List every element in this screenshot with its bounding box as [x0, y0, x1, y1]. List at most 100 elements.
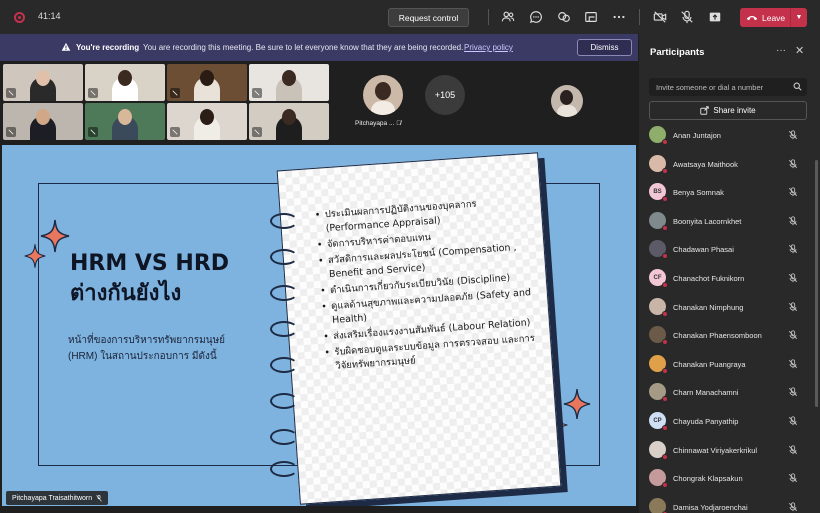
mic-off-icon — [252, 88, 262, 98]
hrm-duties-list: ประเมินผลการปฏิบัติงานของบุคลากร (Perfor… — [314, 194, 545, 377]
invite-input[interactable]: Invite someone or dial a number — [649, 78, 807, 96]
participant-row[interactable]: CF Chanachot Fuknikorn — [639, 264, 820, 292]
spiral-ring — [270, 461, 298, 477]
mic-off-icon[interactable] — [788, 387, 798, 397]
share-invite-button[interactable]: Share invite — [649, 101, 807, 120]
mic-off-icon — [6, 88, 16, 98]
mic-off-icon[interactable] — [788, 444, 798, 455]
reactions-icon[interactable] — [556, 9, 572, 25]
slide-subtitle-line: หน้าที่ของการบริหารทรัพยากรมนุษย์ — [68, 335, 226, 346]
mic-off-icon[interactable] — [788, 359, 798, 369]
rooms-icon[interactable] — [583, 9, 599, 25]
avatar — [649, 497, 668, 513]
mic-off-icon[interactable] — [788, 187, 798, 197]
participant-row[interactable]: Chanakan Phaensomboon — [639, 321, 820, 349]
mic-off-icon — [6, 127, 16, 137]
dismiss-button[interactable]: Dismiss — [577, 39, 632, 56]
status-badge — [662, 425, 668, 431]
avatar — [649, 383, 668, 403]
mic-off-icon[interactable] — [788, 301, 798, 312]
toolbar-divider — [639, 9, 640, 25]
record-icon — [14, 12, 25, 23]
participant-row[interactable]: Chanakan Nimphung — [639, 293, 820, 321]
slide-title: HRM VS HRD ต่างกันยังไง — [70, 249, 229, 309]
mic-off-icon — [96, 494, 102, 502]
mic-off-icon — [252, 127, 262, 137]
participant-name: Charn Manachamni — [673, 388, 739, 398]
presenter-name: Pitchayapa Traisathitworn — [12, 494, 93, 502]
status-badge — [662, 253, 668, 260]
video-tile[interactable] — [249, 64, 329, 101]
mic-off-icon[interactable] — [788, 158, 798, 169]
people-icon[interactable] — [500, 9, 516, 25]
mic-off-icon[interactable] — [788, 216, 798, 226]
participant-row[interactable]: Anan Juntajon — [639, 121, 820, 149]
featured-participant[interactable] — [363, 75, 403, 115]
participant-row[interactable]: Boonyita Lacornkhet — [639, 207, 820, 235]
featured-participant-name: Pitchayapa ... 🎙̸ — [355, 120, 402, 127]
participants-panel: Participants ··· ✕ Invite someone or dia… — [639, 34, 820, 513]
avatar: CP — [649, 412, 668, 431]
mic-off-icon[interactable] — [788, 330, 798, 340]
mic-off-icon[interactable] — [788, 273, 798, 283]
mic-off-icon[interactable] — [788, 244, 798, 254]
participants-scrollbar[interactable] — [815, 160, 818, 407]
mic-off-icon[interactable] — [788, 130, 798, 140]
participant-row[interactable]: CP Chayuda Panyathip — [639, 407, 820, 435]
chat-icon[interactable] — [528, 9, 544, 25]
avatar — [649, 440, 668, 460]
participant-row[interactable]: Awatsaya Maithook — [639, 150, 820, 178]
share-tray-icon[interactable] — [707, 9, 723, 25]
participant-row[interactable]: Damisa Yodjaroenchai — [639, 493, 820, 513]
participant-name: Boonyita Lacornkhet — [673, 216, 742, 226]
privacy-policy-link[interactable]: Privacy policy — [464, 43, 513, 52]
request-control-button[interactable]: Request control — [388, 8, 469, 27]
spiral-ring — [270, 285, 298, 301]
status-badge — [662, 224, 668, 231]
participant-row[interactable]: Chongrak Klapsakun — [639, 464, 820, 492]
status-badge — [662, 396, 668, 403]
participant-row[interactable]: Chanakan Puangraya — [639, 350, 820, 378]
mic-off-icon[interactable] — [788, 416, 798, 426]
leave-button[interactable]: Leave ▼ — [740, 8, 807, 27]
participant-row[interactable]: Chadawan Phasai — [639, 235, 820, 263]
video-tile[interactable] — [167, 103, 247, 140]
mic-off-icon: 🎙̸ — [396, 120, 402, 127]
participant-avatar[interactable] — [551, 85, 583, 117]
video-tile[interactable] — [3, 64, 83, 101]
sparkle-icon — [24, 244, 46, 268]
more-participants-button[interactable]: +105 — [425, 75, 465, 115]
video-tile[interactable] — [249, 103, 329, 140]
participant-row[interactable]: BS Benya Somnak — [639, 178, 820, 206]
video-tile[interactable] — [167, 64, 247, 101]
video-tile[interactable] — [85, 64, 165, 101]
participant-name: Chadawan Phasai — [673, 245, 734, 255]
participant-row[interactable]: Charn Manachamni — [639, 378, 820, 406]
presenter-name-tag: Pitchayapa Traisathitworn — [6, 491, 109, 505]
close-icon[interactable]: ✕ — [795, 44, 804, 57]
avatar — [649, 154, 668, 174]
more-icon[interactable] — [611, 9, 627, 25]
camera-off-icon[interactable] — [652, 9, 668, 25]
participant-name: Chongrak Klapsakun — [673, 474, 743, 484]
video-tile[interactable] — [85, 103, 165, 140]
toolbar-divider — [488, 9, 489, 25]
share-icon — [700, 106, 710, 115]
more-options-icon[interactable]: ··· — [776, 45, 786, 56]
participant-row[interactable]: Chinnawat Viriyakerkrikul — [639, 436, 820, 464]
mic-off-icon[interactable] — [788, 473, 798, 483]
mic-off-icon[interactable] — [788, 502, 798, 512]
mic-off-icon — [170, 127, 180, 137]
avatar-initials: CF — [653, 274, 662, 281]
mic-off-icon[interactable] — [679, 9, 695, 25]
avatar — [649, 326, 668, 346]
chevron-down-icon[interactable]: ▼ — [790, 8, 807, 27]
meeting-timer: 41:14 — [38, 11, 61, 21]
avatar — [649, 297, 668, 317]
status-badge — [662, 196, 668, 203]
video-tile[interactable] — [3, 103, 83, 140]
search-icon — [793, 82, 802, 91]
recording-title: You're recording — [76, 43, 140, 52]
participant-name: Chanachot Fuknikorn — [673, 274, 745, 283]
avatar — [649, 354, 668, 374]
